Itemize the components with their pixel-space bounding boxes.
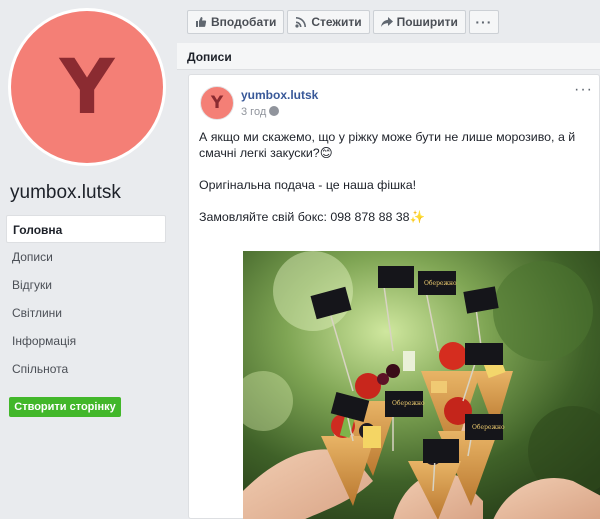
more-options-button[interactable]: ··· xyxy=(468,10,499,34)
side-navigation: Головна Дописи Відгуки Світлини Інформац… xyxy=(6,215,166,383)
post-line: Оригінальна подача - це наша фішка! xyxy=(199,178,417,192)
like-button[interactable]: Вподобати xyxy=(187,10,285,34)
share-label: Поширити xyxy=(396,15,458,29)
post-photo[interactable]: Обережно Обережно Обережно xyxy=(243,251,600,519)
posts-section-header: Дописи xyxy=(177,43,600,70)
photo-flag-label: Обережно xyxy=(392,400,425,407)
post-avatar-letter: Y xyxy=(210,93,224,113)
profile-picture: Y xyxy=(11,11,163,163)
sidebar-item-photos[interactable]: Світлини xyxy=(6,299,166,327)
photo-flag-label: Обережно xyxy=(472,424,505,431)
more-horizontal-icon: ··· xyxy=(475,14,493,30)
follow-label: Стежити xyxy=(311,15,362,29)
like-label: Вподобати xyxy=(211,15,277,29)
globe-icon xyxy=(269,106,280,116)
share-arrow-icon xyxy=(380,17,393,27)
post-line: А якщо ми скажемо, що у ріжку може бути … xyxy=(199,130,576,144)
post-body: А якщо ми скажемо, що у ріжку може бути … xyxy=(199,129,591,225)
profile-picture-frame[interactable]: Y xyxy=(8,8,166,166)
page-action-bar: Вподобати Стежити Поширити ··· xyxy=(187,10,499,34)
section-title: Дописи xyxy=(187,50,232,64)
post-options-icon[interactable]: ··· xyxy=(574,82,593,98)
post-author-link[interactable]: yumbox.lutsk xyxy=(241,88,318,102)
avatar-letter: Y xyxy=(59,42,115,131)
sidebar-item-home[interactable]: Головна xyxy=(6,215,166,243)
post-timestamp[interactable]: 3 год xyxy=(241,106,280,118)
thumbs-up-icon xyxy=(196,17,207,27)
post-author-avatar[interactable]: Y xyxy=(200,86,234,120)
page-title[interactable]: yumbox.lutsk xyxy=(10,182,121,204)
post-line: смачні легкі закуски?😊 xyxy=(199,146,333,160)
share-button[interactable]: Поширити xyxy=(372,10,466,34)
sidebar-item-posts[interactable]: Дописи xyxy=(6,243,166,271)
rss-follow-icon xyxy=(295,17,307,28)
sidebar-item-reviews[interactable]: Відгуки xyxy=(6,271,166,299)
post-line: Замовляйте свій бокс: 098 878 88 38✨ xyxy=(199,210,426,224)
page-sidebar: Y yumbox.lutsk Головна Дописи Відгуки Св… xyxy=(0,0,175,519)
photo-flag-label: Обережно xyxy=(424,280,457,287)
create-page-button[interactable]: Створити сторінку xyxy=(9,397,121,417)
sidebar-item-community[interactable]: Спільнота xyxy=(6,355,166,383)
post-card: Y yumbox.lutsk 3 год ··· А якщо ми скаже… xyxy=(188,74,600,519)
sidebar-item-about[interactable]: Інформація xyxy=(6,327,166,355)
follow-button[interactable]: Стежити xyxy=(287,10,370,34)
post-time-text: 3 год xyxy=(241,106,267,118)
snack-cones-photo: Обережно Обережно Обережно xyxy=(243,251,600,519)
